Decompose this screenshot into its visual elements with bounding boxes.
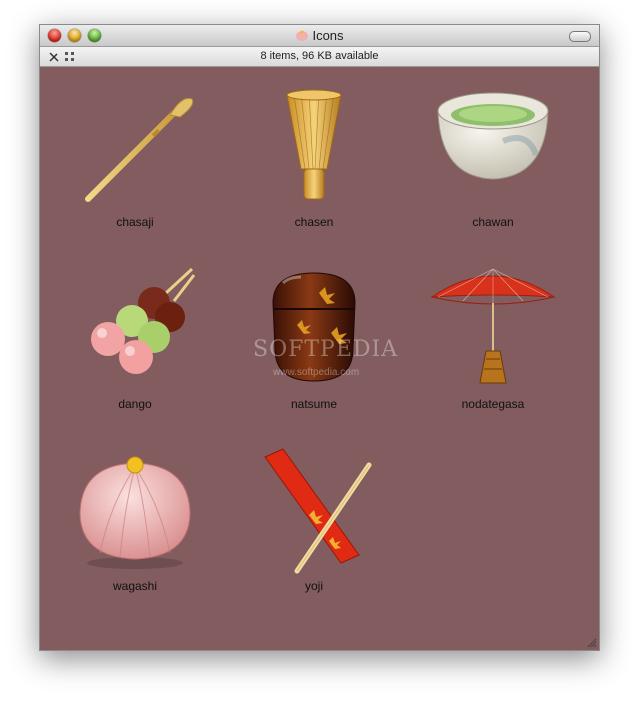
sweet-icon xyxy=(79,456,191,569)
file-label: dango xyxy=(118,397,152,411)
finder-window: Icons 8 items, 96 KB available chasaji c… xyxy=(39,24,600,651)
file-label: wagashi xyxy=(112,579,158,593)
pick-icon xyxy=(264,448,372,574)
icon-view: chasaji chasen chawan dango natsume noda… xyxy=(40,67,599,650)
file-item-chawan[interactable]: chawan xyxy=(418,81,568,229)
file-item-chasaji[interactable]: chasaji xyxy=(60,81,210,229)
folder-sweet-icon xyxy=(296,30,309,41)
status-text: 8 items, 96 KB available xyxy=(260,50,379,62)
file-label: chawan xyxy=(472,215,514,229)
status-bar: 8 items, 96 KB available xyxy=(40,47,599,67)
file-label: chasaji xyxy=(116,215,154,229)
toolbar-toggle-button[interactable] xyxy=(569,31,591,42)
file-item-chasen[interactable]: chasen xyxy=(239,81,389,229)
dango-icon xyxy=(91,267,196,374)
tea-scoop-icon xyxy=(85,97,194,202)
file-item-dango[interactable]: dango xyxy=(60,263,210,411)
file-item-nodategasa[interactable]: nodategasa xyxy=(418,263,568,411)
window-title-text: Icons xyxy=(312,28,344,43)
window-title: Icons xyxy=(40,28,599,43)
file-item-wagashi[interactable]: wagashi xyxy=(60,445,210,593)
resize-handle-icon[interactable] xyxy=(587,638,597,648)
file-label: yoji xyxy=(304,579,323,593)
title-bar[interactable]: Icons xyxy=(40,25,599,47)
file-label: nodategasa xyxy=(461,397,525,411)
parasol-icon xyxy=(430,268,556,384)
file-item-yoji[interactable]: yoji xyxy=(239,445,389,593)
file-label: natsume xyxy=(290,397,338,411)
tea-whisk-icon xyxy=(286,89,342,200)
file-label: chasen xyxy=(294,215,334,229)
watermark: SOFTPEDIA xyxy=(253,337,399,362)
tea-bowl-icon xyxy=(437,92,549,180)
watermark-url: www.softpedia.com xyxy=(273,367,360,378)
